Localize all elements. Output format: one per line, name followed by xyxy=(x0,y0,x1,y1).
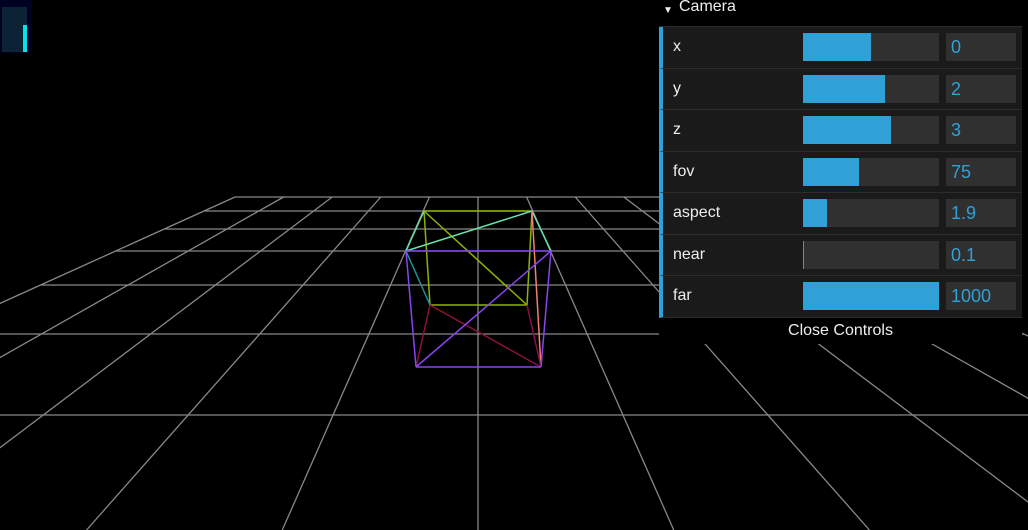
grid-line xyxy=(0,196,236,305)
slider-fill xyxy=(803,282,939,310)
z-value-input[interactable]: 3 xyxy=(946,116,1016,144)
control-row-aspect: aspect 1.9 xyxy=(659,193,1022,235)
control-row-y: y 2 xyxy=(659,68,1022,110)
fov-slider[interactable] xyxy=(803,157,939,186)
slider-fill xyxy=(803,240,805,269)
cube-edge xyxy=(423,210,528,306)
folder-camera[interactable]: ▼ Camera xyxy=(659,0,1022,27)
close-controls-button[interactable]: Close Controls xyxy=(659,318,1022,344)
slider-fill xyxy=(803,33,871,61)
control-row-fov: fov 75 xyxy=(659,151,1022,193)
near-value-input[interactable]: 0.1 xyxy=(946,240,1016,269)
control-label: y xyxy=(673,79,681,97)
slider-fill xyxy=(803,74,885,103)
control-row-far: far 1000 xyxy=(659,276,1022,318)
near-slider[interactable] xyxy=(803,240,939,269)
triangle-down-icon: ▼ xyxy=(663,5,673,16)
cube-edge xyxy=(540,250,552,368)
y-slider[interactable] xyxy=(803,74,939,103)
control-label: x xyxy=(673,38,681,55)
far-slider[interactable] xyxy=(803,282,939,310)
cube-edge xyxy=(531,210,552,252)
control-label: far xyxy=(673,287,692,304)
far-value-input[interactable]: 1000 xyxy=(946,282,1016,310)
control-label: fov xyxy=(673,162,695,180)
y-value-input[interactable]: 2 xyxy=(946,74,1016,103)
control-row-near: near 0.1 xyxy=(659,234,1022,276)
control-label: z xyxy=(673,121,681,138)
grid-line xyxy=(0,196,284,359)
control-label: near xyxy=(673,245,706,263)
fps-stats-panel[interactable] xyxy=(0,0,32,53)
control-row-z: z 3 xyxy=(659,110,1022,152)
grid-line xyxy=(86,196,382,530)
x-value-input[interactable]: 0 xyxy=(946,33,1016,61)
slider-fill xyxy=(803,157,859,186)
z-slider[interactable] xyxy=(803,116,939,144)
gui-panel: ▼ Camera x 0y 2z 3 fov 75 aspect 1.9 near 0… xyxy=(659,0,1022,318)
cube-edge xyxy=(526,210,533,306)
control-row-x: x 0 xyxy=(659,27,1022,69)
cube-edge xyxy=(423,210,431,306)
slider-fill xyxy=(803,116,892,144)
cube-edge xyxy=(531,210,542,368)
stats-bar xyxy=(23,25,27,52)
slider-fill xyxy=(803,199,828,227)
aspect-slider[interactable] xyxy=(803,199,939,227)
folder-title: Camera xyxy=(679,0,736,15)
aspect-value-input[interactable]: 1.9 xyxy=(946,199,1016,227)
fov-value-input[interactable]: 75 xyxy=(946,157,1016,186)
cube-edge xyxy=(429,304,542,368)
x-slider[interactable] xyxy=(803,33,939,61)
grid-line xyxy=(0,196,333,449)
control-label: aspect xyxy=(673,204,721,221)
cube-edge xyxy=(405,210,425,252)
